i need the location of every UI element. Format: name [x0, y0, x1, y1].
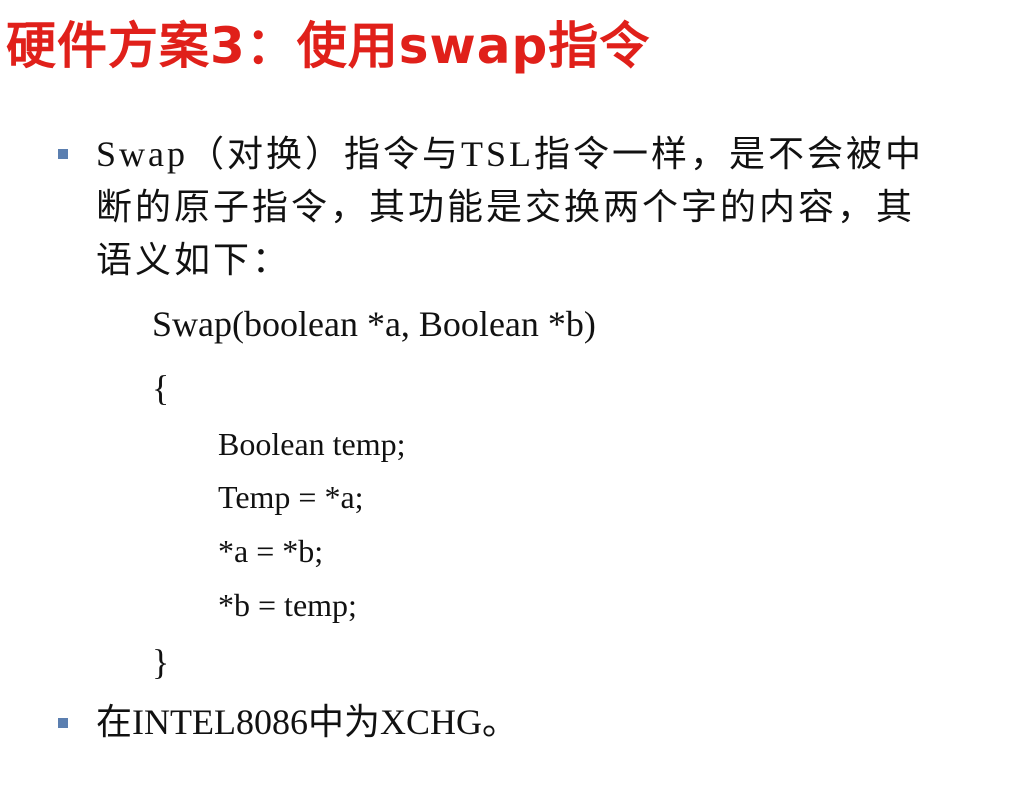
bullet-marker-icon: [58, 718, 68, 728]
code-close-brace: }: [152, 642, 170, 682]
paragraph-line: 语义如下：: [96, 240, 292, 280]
paragraph-line: 断的原子指令，其功能是交换两个字的内容，其: [96, 187, 916, 227]
code-open-brace: {: [152, 368, 170, 408]
slide: 硬件方案3：使用swap指令 Swap（对换）指令与TSL指令一样，是不会被中 …: [0, 0, 1019, 786]
code-body-line: *a = *b;: [218, 533, 324, 569]
paragraph-line: Swap（对换）指令与TSL指令一样，是不会被中: [96, 134, 925, 174]
code-body-line: Boolean temp;: [218, 426, 406, 462]
code-body-line: *b = temp;: [218, 587, 357, 623]
bullet-paragraph-swap-description: Swap（对换）指令与TSL指令一样，是不会被中 断的原子指令，其功能是交换两个…: [96, 128, 996, 287]
bullet-marker-icon: [58, 149, 68, 159]
code-body-line: Temp = *a;: [218, 479, 364, 515]
slide-title: 硬件方案3：使用swap指令: [6, 17, 651, 75]
code-signature: Swap(boolean *a, Boolean *b): [152, 304, 596, 344]
bullet-paragraph-xchg: 在INTEL8086中为XCHG。: [96, 702, 518, 742]
